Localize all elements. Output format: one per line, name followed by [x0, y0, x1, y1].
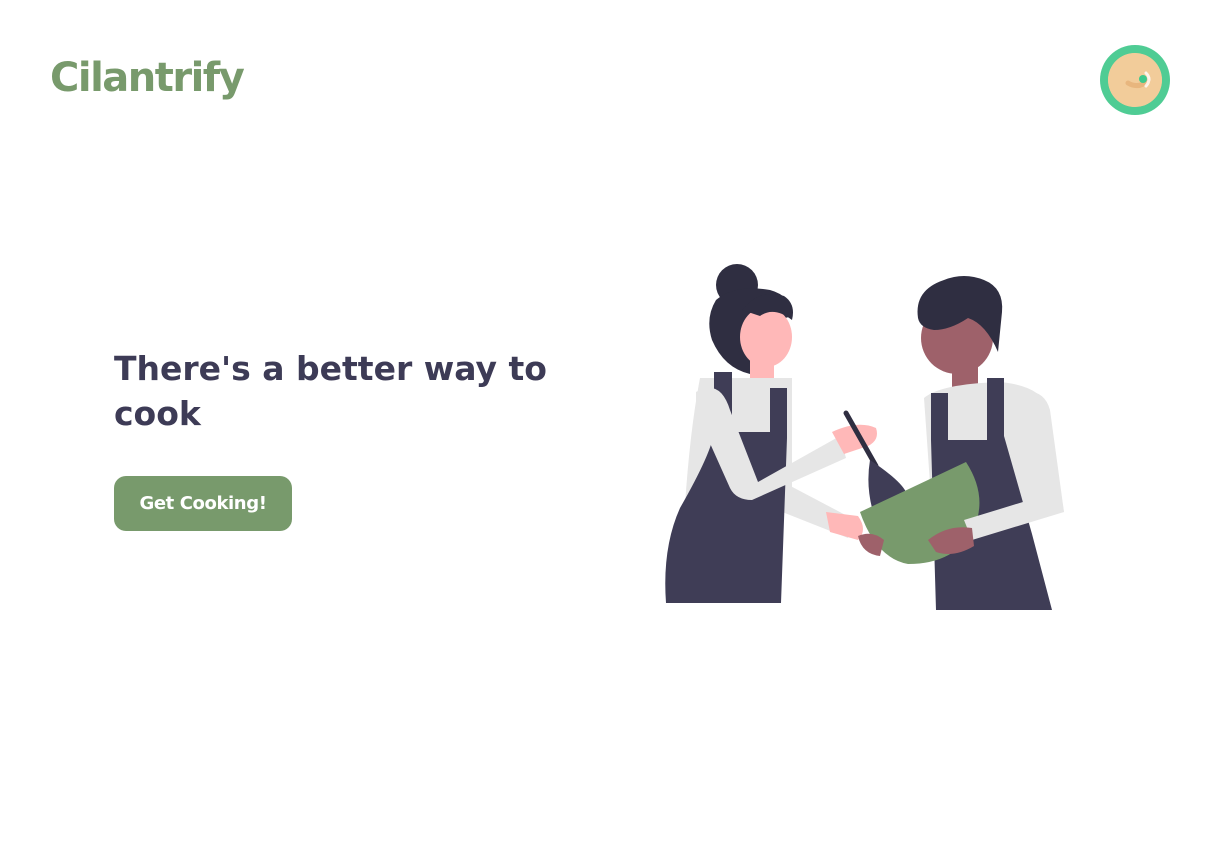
get-cooking-button[interactable]: Get Cooking! — [114, 476, 292, 531]
avatar-face — [1108, 53, 1162, 107]
two-chefs-cooking-illustration — [665, 264, 1064, 610]
user-avatar-icon[interactable] — [1100, 45, 1170, 115]
hero-title: There's a better way to cook — [114, 349, 547, 433]
brand-logo[interactable]: Cilantrify — [50, 52, 245, 104]
landing-page: Cilantrify There's a better way to cook … — [0, 0, 1216, 860]
man-chef-figure — [858, 276, 1064, 610]
